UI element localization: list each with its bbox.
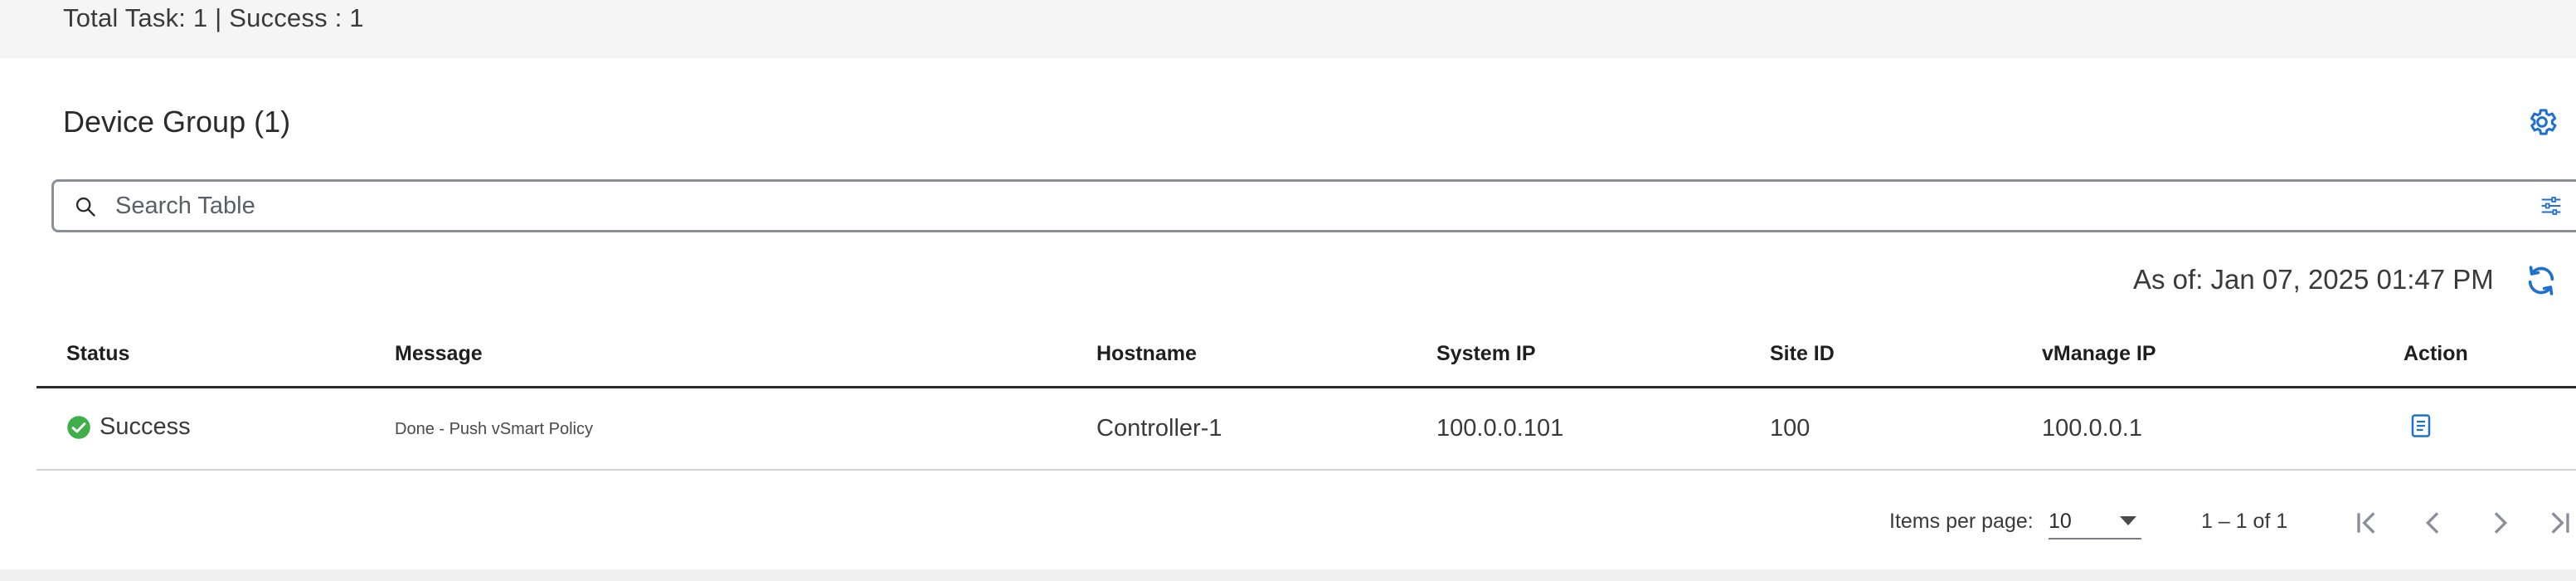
page-range-label: 1 – 1 of 1 xyxy=(2201,510,2288,533)
column-header-status[interactable]: Status xyxy=(66,342,129,366)
section-title: Device Group (1) xyxy=(63,105,291,139)
success-check-icon xyxy=(67,415,90,439)
task-summary-text: Total Task: 1 | Success : 1 xyxy=(63,3,364,32)
vmanage-ip-cell: 100.0.0.1 xyxy=(2042,415,2142,442)
column-header-system-ip[interactable]: System IP xyxy=(1436,342,1536,366)
table-settings-button[interactable] xyxy=(2521,101,2563,143)
column-header-message[interactable]: Message xyxy=(395,342,483,366)
status-cell: Success xyxy=(66,413,191,441)
system-ip-cell: 100.0.0.101 xyxy=(1436,415,1564,442)
search-field[interactable] xyxy=(51,179,2576,232)
search-input[interactable] xyxy=(114,187,2436,225)
column-header-site-id[interactable]: Site ID xyxy=(1770,342,1835,366)
pagination: Items per page: 10 1 – 1 of 1 xyxy=(0,498,2576,548)
hostname-cell: Controller-1 xyxy=(1096,415,1222,442)
refresh-icon[interactable] xyxy=(2525,264,2558,297)
column-header-hostname[interactable]: Hostname xyxy=(1096,342,1197,366)
last-updated-timestamp: As of: Jan 07, 2025 01:47 PM xyxy=(2133,264,2494,295)
task-summary-bar: Total Task: 1 | Success : 1 xyxy=(0,0,2576,58)
items-per-page-value: 10 xyxy=(2049,510,2072,533)
table-header-row: Status Message Hostname System IP Site I… xyxy=(36,324,2576,388)
document-icon[interactable] xyxy=(2410,413,2432,438)
last-page-icon[interactable] xyxy=(2543,506,2576,540)
dropdown-caret-icon xyxy=(2120,516,2136,525)
first-page-icon[interactable] xyxy=(2350,506,2384,540)
table-row: Success Done - Push vSmart Policy Contro… xyxy=(36,388,2576,471)
next-page-icon[interactable] xyxy=(2483,506,2516,540)
items-per-page-label: Items per page: xyxy=(1889,510,2034,533)
search-icon xyxy=(75,197,95,217)
bottom-divider xyxy=(0,569,2576,581)
site-id-cell: 100 xyxy=(1770,415,1810,442)
status-text: Success xyxy=(100,413,191,440)
column-header-vmanage-ip[interactable]: vManage IP xyxy=(2042,342,2156,366)
items-per-page-select[interactable]: 10 xyxy=(2049,503,2141,540)
previous-page-icon[interactable] xyxy=(2417,506,2450,540)
column-header-action: Action xyxy=(2403,342,2468,365)
gear-icon xyxy=(2530,109,2557,135)
filter-sliders-icon[interactable] xyxy=(2539,193,2564,218)
device-group-card: Device Group (1) As of: Jan 07, 2025 01:… xyxy=(0,58,2576,569)
message-cell: Done - Push vSmart Policy xyxy=(395,420,593,438)
